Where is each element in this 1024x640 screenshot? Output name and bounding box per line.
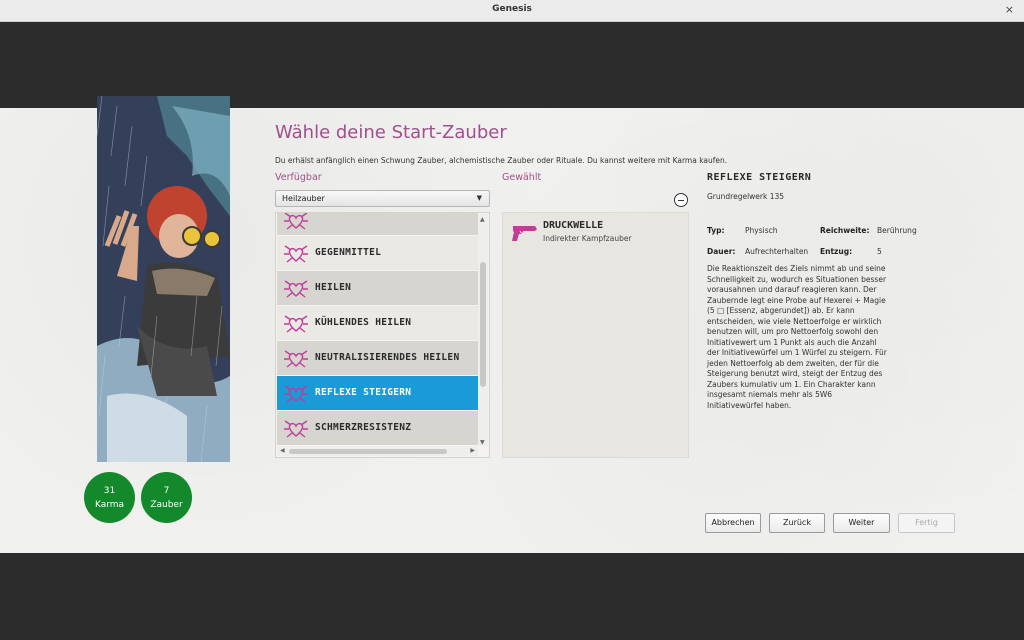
horizontal-scroll-thumb[interactable] (289, 449, 447, 454)
heart-spell-icon (284, 315, 308, 333)
bottom-band (0, 553, 1024, 640)
type-label: Typ: (707, 226, 725, 235)
spells-label: Zauber (150, 500, 183, 510)
intro-text: Du erhälst anfänglich einen Schwung Zaub… (275, 156, 728, 165)
horizontal-scrollbar[interactable]: ◀ ▶ (277, 446, 478, 456)
back-button[interactable]: Zurück (769, 513, 825, 533)
type-value: Physisch (745, 226, 778, 235)
spells-value: 7 (163, 486, 170, 496)
detail-title: REFLEXE STEIGERN (707, 172, 812, 183)
finish-button[interactable]: Fertig (898, 513, 955, 533)
dropdown-arrow-icon: ▼ (476, 194, 482, 202)
spell-list-item[interactable] (277, 213, 478, 235)
spell-name: SCHMERZRESISTENZ (315, 422, 412, 433)
heart-spell-icon (284, 385, 308, 403)
duration-label: Dauer: (707, 247, 736, 256)
scroll-left-icon[interactable]: ◀ (280, 447, 285, 454)
duration-value: Aufrechterhalten (745, 247, 809, 256)
cancel-button[interactable]: Abbrechen (705, 513, 761, 533)
available-spell-list[interactable]: GEGENMITTEL HEILEN KÜHLENDES HEILEN NEUT… (275, 212, 490, 458)
spell-name: HEILEN (315, 282, 352, 293)
window-titlebar: Genesis × (0, 0, 1024, 22)
spells-badge: 7 Zauber (141, 472, 192, 523)
heart-spell-icon (284, 213, 308, 230)
spell-list-item[interactable]: KÜHLENDES HEILEN (277, 306, 478, 340)
spell-category-value: Heilzauber (282, 194, 325, 203)
chosen-label: Gewählt (502, 172, 542, 183)
spell-list-item[interactable]: NEUTRALISIERENDES HEILEN (277, 341, 478, 375)
chosen-spell-list[interactable]: DRUCKWELLE Indirekter Kampfzauber (502, 212, 689, 458)
available-label: Verfügbar (275, 172, 322, 183)
spell-name: REFLEXE STEIGERN (315, 387, 412, 398)
scroll-down-icon[interactable]: ▼ (480, 439, 485, 446)
spell-description: Die Reaktionszeit des Ziels nimmt ab und… (707, 264, 887, 410)
page-title: Wähle deine Start-Zauber (275, 122, 507, 143)
heart-spell-icon (284, 280, 308, 298)
remove-spell-button[interactable] (674, 193, 688, 207)
vertical-scrollbar[interactable]: ▲ ▼ (478, 214, 488, 446)
spell-name: KÜHLENDES HEILEN (315, 317, 412, 328)
spell-category-select[interactable]: Heilzauber ▼ (275, 190, 490, 207)
heart-spell-icon (284, 420, 308, 438)
scroll-right-icon[interactable]: ▶ (470, 447, 475, 454)
drain-value: 5 (877, 247, 882, 256)
detail-source: Grundregelwerk 135 (707, 192, 785, 201)
heart-spell-icon (284, 245, 308, 263)
vertical-scroll-thumb[interactable] (480, 262, 486, 387)
scroll-up-icon[interactable]: ▲ (480, 216, 485, 223)
drain-label: Entzug: (820, 247, 853, 256)
close-window-icon[interactable]: × (1005, 3, 1014, 16)
spell-list-item[interactable]: HEILEN (277, 271, 478, 305)
spell-list-item[interactable]: SCHMERZRESISTENZ (277, 411, 478, 445)
range-label: Reichweite: (820, 226, 870, 235)
character-portrait-image (97, 96, 230, 462)
chosen-spell-name: DRUCKWELLE (543, 220, 604, 231)
spell-name: NEUTRALISIERENDES HEILEN (315, 352, 460, 363)
spell-list-item[interactable]: GEGENMITTEL (277, 236, 478, 270)
spell-list-item-selected[interactable]: REFLEXE STEIGERN (277, 376, 478, 410)
chosen-spell-item[interactable]: DRUCKWELLE Indirekter Kampfzauber (511, 219, 686, 247)
next-button[interactable]: Weiter (833, 513, 890, 533)
pistol-icon (512, 226, 537, 241)
karma-value: 31 (103, 486, 116, 496)
range-value: Berührung (877, 226, 917, 235)
spell-name: GEGENMITTEL (315, 247, 382, 258)
window-title: Genesis (492, 4, 532, 14)
heart-spell-icon (284, 350, 308, 368)
chosen-spell-subtitle: Indirekter Kampfzauber (543, 234, 632, 243)
karma-label: Karma (94, 500, 125, 510)
karma-badge: 31 Karma (84, 472, 135, 523)
